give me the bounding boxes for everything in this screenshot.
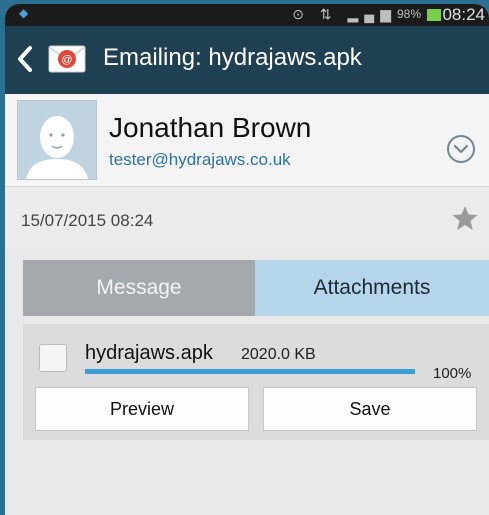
attachment-checkbox[interactable] bbox=[39, 344, 67, 372]
date-row: 15/07/2015 08:24 bbox=[5, 187, 489, 251]
signal-icons: ⊙ ⇅ ▂▄▆ bbox=[292, 6, 397, 22]
message-date: 15/07/2015 08:24 bbox=[21, 211, 154, 230]
battery-icon bbox=[427, 9, 441, 21]
download-progress-fill bbox=[85, 369, 415, 374]
status-bar: ◆ ⊙ ⇅ ▂▄▆ 98% 08:24 bbox=[5, 4, 489, 26]
tab-attachments[interactable]: Attachments bbox=[255, 260, 489, 316]
outer-frame: ◆ ⊙ ⇅ ▂▄▆ 98% 08:24 @ Emailing: hydrajaw… bbox=[0, 0, 489, 515]
screen-title: Emailing: hydrajaws.apk bbox=[103, 44, 362, 71]
preview-button[interactable]: Preview bbox=[35, 387, 249, 431]
tab-bar: Message Attachments bbox=[23, 260, 489, 316]
attachment-file-size: 2020.0 KB bbox=[241, 346, 316, 363]
avatar bbox=[17, 100, 97, 180]
email-app-icon: @ bbox=[48, 45, 86, 73]
action-bar: @ Emailing: hydrajaws.apk bbox=[5, 26, 489, 94]
sender-header: Jonathan Brown tester@hydrajaws.co.uk bbox=[5, 94, 489, 187]
attachment-file-name: hydrajaws.apk bbox=[85, 342, 213, 364]
chevron-down-circle-icon[interactable] bbox=[446, 134, 476, 164]
chevron-left-icon[interactable] bbox=[15, 44, 35, 74]
download-progress-bar bbox=[85, 369, 415, 374]
sender-email[interactable]: tester@hydrajaws.co.uk bbox=[109, 150, 291, 170]
phone-screen: ◆ ⊙ ⇅ ▂▄▆ 98% 08:24 @ Emailing: hydrajaw… bbox=[5, 4, 489, 515]
battery-percent: 98% bbox=[396, 7, 421, 21]
sender-name: Jonathan Brown bbox=[109, 112, 312, 143]
status-time: 08:24 bbox=[442, 5, 485, 24]
tab-message[interactable]: Message bbox=[23, 260, 255, 316]
svg-text:@: @ bbox=[61, 54, 72, 66]
notification-icon: ◆ bbox=[19, 6, 29, 20]
attachment-panel: hydrajaws.apk 2020.0 KB 100% Preview Sav… bbox=[23, 324, 489, 440]
star-icon[interactable] bbox=[451, 204, 479, 232]
download-progress-label: 100% bbox=[433, 365, 472, 382]
save-button[interactable]: Save bbox=[263, 387, 477, 431]
